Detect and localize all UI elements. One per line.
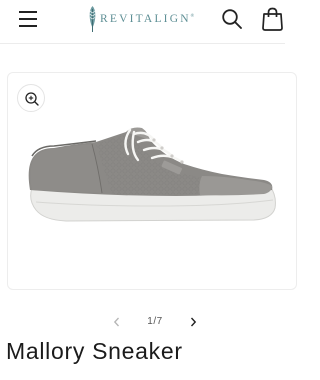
hamburger-line (19, 25, 37, 27)
zoom-in-icon (25, 92, 39, 106)
next-slide-button[interactable] (186, 315, 200, 329)
chevron-left-icon (113, 317, 119, 327)
feather-logo-icon (89, 6, 96, 32)
site-header: REVITALIGN® (0, 0, 285, 44)
search-button[interactable] (220, 7, 244, 31)
zoom-button[interactable] (17, 84, 45, 112)
product-image[interactable] (26, 126, 280, 228)
logo-wordmark: REVITALIGN® (100, 13, 194, 25)
product-title: Mallory Sneaker (6, 338, 183, 364)
menu-button[interactable] (16, 9, 42, 31)
hamburger-menu-icon (19, 11, 37, 13)
brand-logo[interactable]: REVITALIGN® (88, 4, 194, 34)
cart-button[interactable] (260, 6, 285, 32)
chevron-right-icon (190, 317, 197, 327)
gallery-slider-nav: 1/7 (0, 312, 285, 332)
logo-text: REVITALIGN (100, 13, 191, 25)
previous-slide-button[interactable] (110, 315, 124, 329)
slide-counter: 1/7 (147, 316, 163, 327)
registered-mark: ® (190, 13, 195, 19)
search-icon (222, 9, 242, 29)
hamburger-line (19, 18, 37, 20)
shopping-bag-icon (262, 7, 283, 31)
